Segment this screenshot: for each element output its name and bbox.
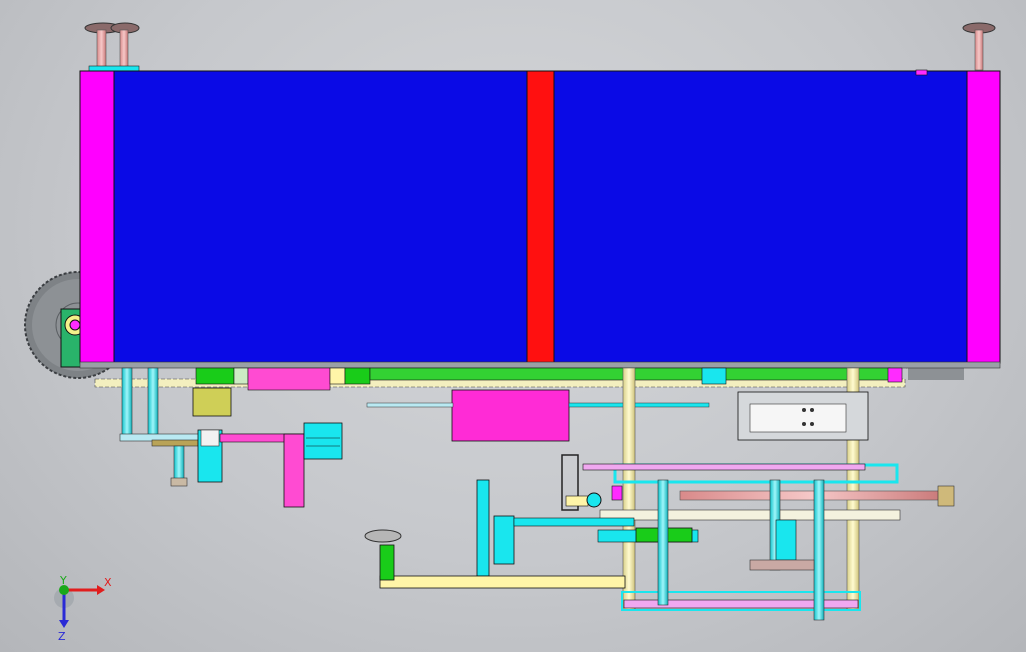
left-drop-foot	[170, 477, 188, 487]
left-cyan-columns	[121, 367, 159, 439]
base-rail	[79, 361, 1001, 369]
machine-drawing: X Y Z	[24, 22, 1001, 643]
right-frame	[582, 463, 955, 521]
center-red-divider[interactable]	[526, 70, 555, 364]
cad-viewport[interactable]: X Y Z	[0, 0, 1026, 652]
top-marker-tab	[915, 69, 928, 76]
center-bracket	[561, 454, 623, 511]
magenta-center-box	[451, 389, 570, 442]
bottom-frame	[364, 479, 861, 621]
left-drop-rod	[173, 445, 185, 483]
left-bracket-strip	[151, 439, 199, 447]
axis-triad: X Y Z	[54, 574, 112, 643]
chain-conveyor	[94, 367, 906, 391]
left-slider-cap	[200, 429, 220, 447]
white-actuator-block	[737, 391, 869, 441]
left-end-plate[interactable]	[79, 70, 115, 364]
x-axis-label: X	[104, 576, 112, 589]
right-end-plate[interactable]	[966, 70, 1001, 364]
y-axis-label: Y	[59, 574, 67, 587]
pink-drop-plate	[283, 433, 305, 508]
top-rod-left-b	[110, 22, 140, 71]
olive-motor-block	[192, 387, 232, 417]
top-rod-right	[962, 22, 996, 71]
center-right-rail	[568, 402, 710, 408]
cyan-clamp-block	[303, 422, 343, 460]
center-left-rail	[366, 402, 454, 408]
z-axis-label: Z	[58, 630, 66, 643]
